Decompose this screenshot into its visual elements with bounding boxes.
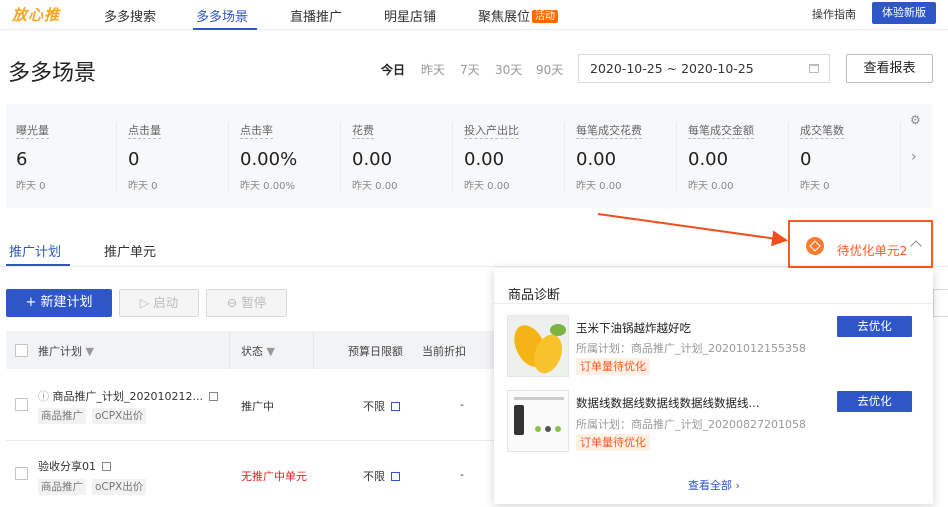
plan-name[interactable]: 验收分享01 <box>38 458 111 474</box>
column-divider <box>313 331 314 369</box>
plan-tag: oCPX出价 <box>92 479 147 495</box>
plan-name-text: 商品推广_计划_202010212... <box>52 390 203 403</box>
plan-tag: 商品推广 <box>38 479 86 495</box>
filter-icon[interactable]: ▼ <box>267 345 275 358</box>
corn-image <box>508 316 568 376</box>
budget-text: 不限 <box>363 470 385 483</box>
view-all-link[interactable]: 查看全部 › <box>688 477 740 493</box>
status-text: 推广中 <box>241 400 274 413</box>
budget-text: 不限 <box>363 400 385 413</box>
status-text: 无推广中单元 <box>241 470 307 483</box>
header-label: 状态 <box>241 345 263 358</box>
edit-icon[interactable] <box>102 462 111 471</box>
go-optimize-button[interactable]: 去优化 <box>837 391 912 412</box>
row-checkbox[interactable] <box>15 398 28 411</box>
column-divider <box>229 331 230 369</box>
edit-icon[interactable] <box>391 402 400 411</box>
search-input[interactable] <box>933 289 948 317</box>
pause-button[interactable]: ⊖ 暂停 <box>206 289 287 317</box>
product-name: 玉米下油锅越炸越好吃 <box>576 321 691 335</box>
chevron-right-icon: › <box>735 479 740 492</box>
pause-label: 暂停 <box>241 295 267 310</box>
plan-tag: 商品推广 <box>38 408 86 424</box>
budget-cell[interactable]: 不限 <box>363 468 400 484</box>
column-header-status[interactable]: 状态 ▼ <box>241 343 275 359</box>
optimize-tag: 订单量待优化 <box>576 358 650 375</box>
edit-icon[interactable] <box>208 392 218 401</box>
column-header-discount: 当前折扣 <box>422 345 466 358</box>
row-checkbox[interactable] <box>15 467 28 480</box>
optimize-tag: 订单量待优化 <box>576 434 650 451</box>
view-all-label: 查看全部 <box>688 479 732 492</box>
plan-name[interactable]: ⓘ 商品推广_计划_202010212... <box>38 388 218 404</box>
plan-name-text: 验收分享01 <box>38 460 96 473</box>
go-optimize-button[interactable]: 去优化 <box>837 316 912 337</box>
arrow-to-optimize <box>597 213 788 247</box>
product-plan: 所属计划：商品推广_计划_20200827201058 <box>576 418 806 431</box>
pause-icon: ⊖ <box>226 295 242 310</box>
divider <box>494 303 933 304</box>
budget-cell[interactable]: 不限 <box>363 398 400 414</box>
header-label: 推广计划 <box>38 345 82 358</box>
popover-title: 商品诊断 <box>508 288 561 303</box>
column-header-plan[interactable]: 推广计划 ▼ <box>38 343 94 359</box>
discount-cell: - <box>460 468 464 481</box>
plan-tag: oCPX出价 <box>92 408 147 424</box>
product-plan: 所属计划：商品推广_计划_20201012155358 <box>576 342 806 355</box>
filter-icon[interactable]: ▼ <box>86 345 94 358</box>
product-thumbnail[interactable] <box>507 315 569 377</box>
product-thumbnail[interactable] <box>507 390 569 452</box>
select-all-checkbox[interactable] <box>15 344 28 357</box>
play-icon: ▷ <box>139 295 154 310</box>
edit-icon[interactable] <box>391 472 400 481</box>
product-name: 数据线数据线数据线数据线数据线... <box>576 396 760 410</box>
new-plan-button[interactable]: + 新建计划 <box>6 289 112 317</box>
start-label: 启动 <box>153 295 179 310</box>
info-icon: ⓘ <box>38 390 53 403</box>
column-header-budget: 预算日限额 <box>348 345 403 358</box>
start-button[interactable]: ▷ 启动 <box>119 289 199 317</box>
cable-image <box>508 391 568 451</box>
row-divider <box>6 440 496 441</box>
discount-cell: - <box>460 398 464 411</box>
